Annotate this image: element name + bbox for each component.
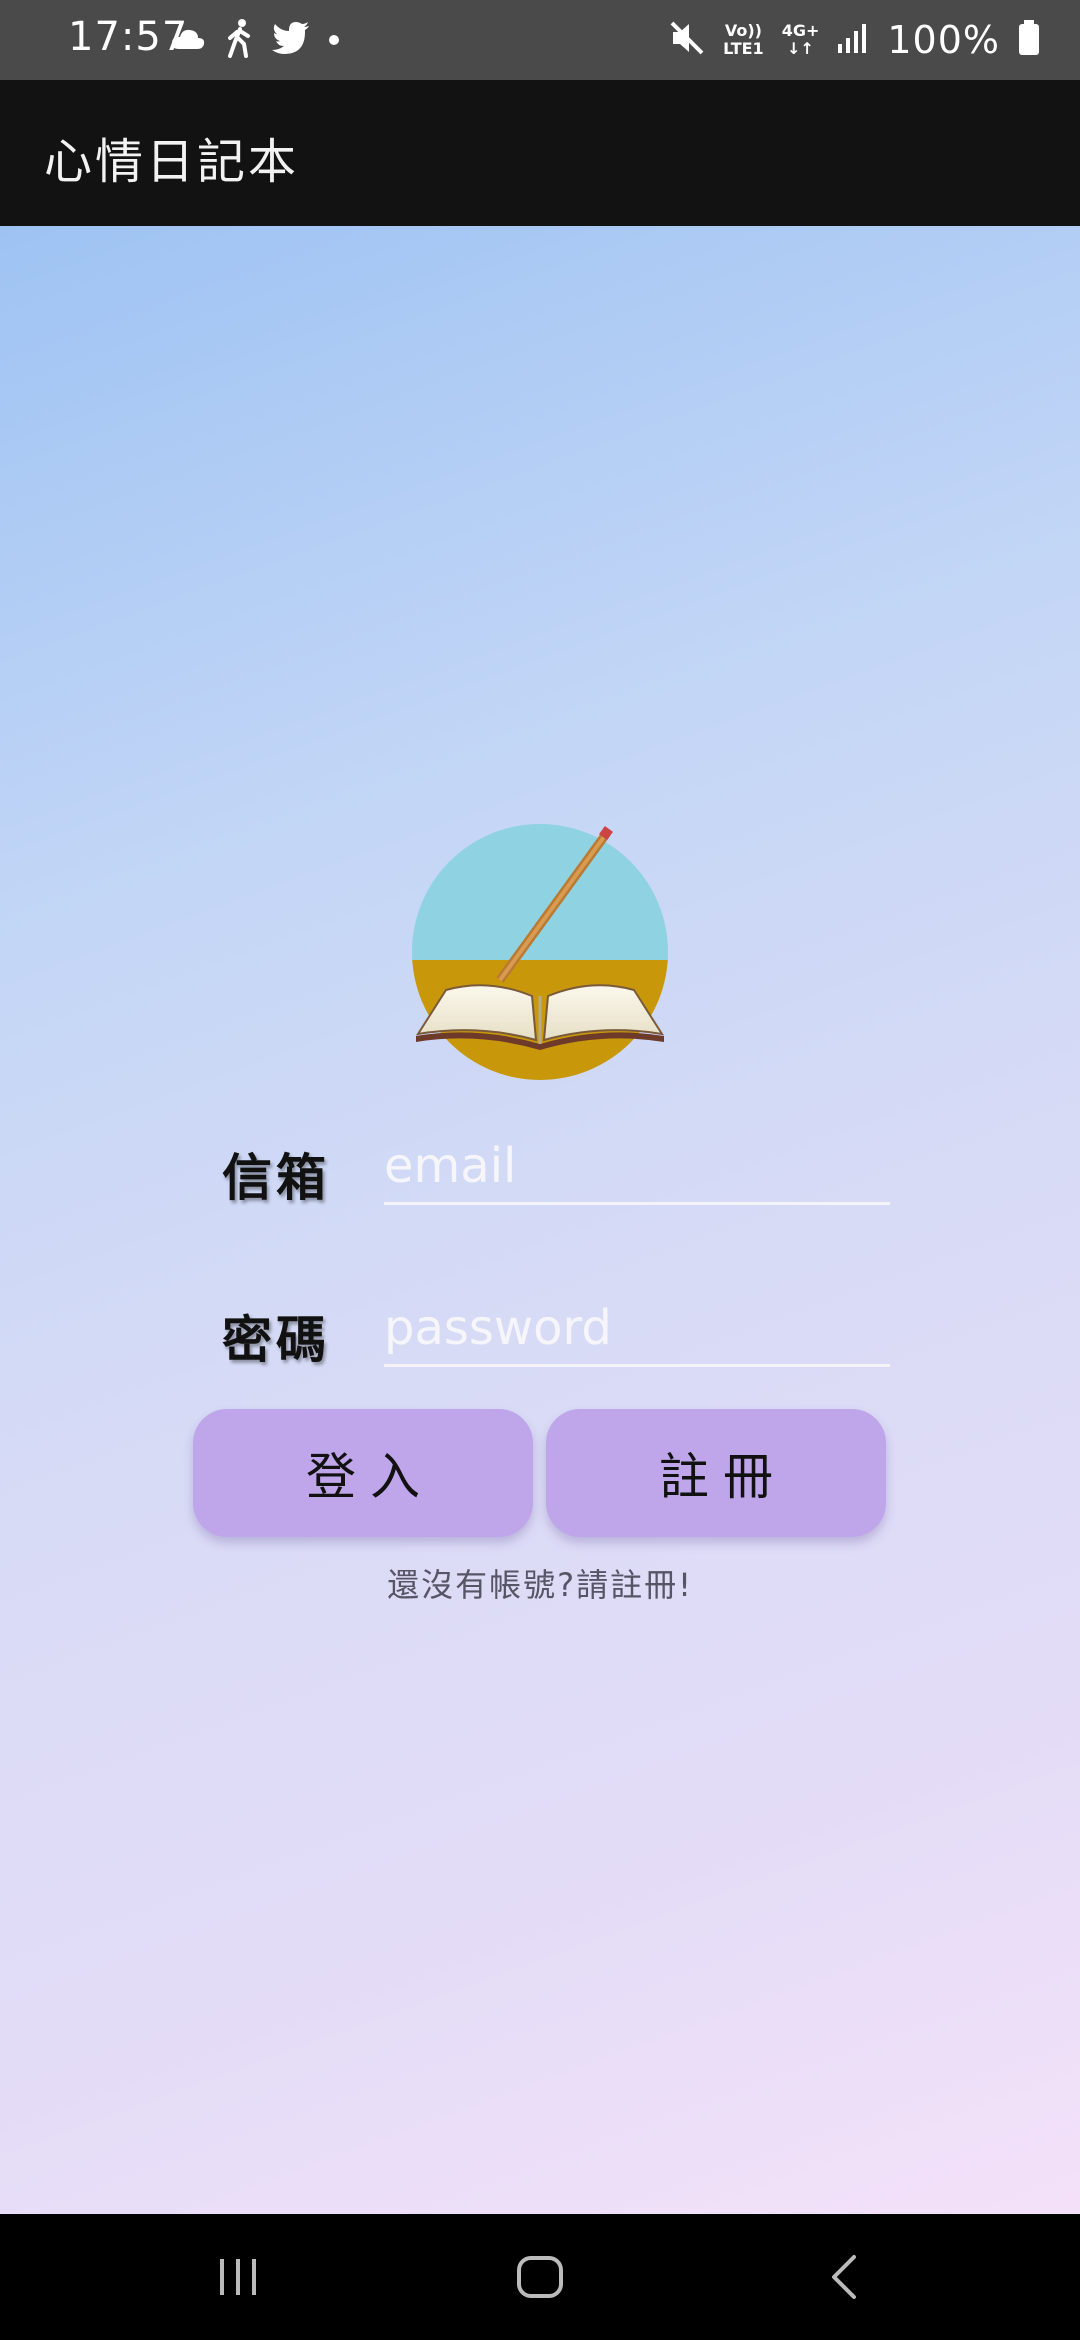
register-button[interactable]: 註冊 — [546, 1409, 886, 1537]
password-input[interactable] — [384, 1292, 890, 1367]
diary-logo — [408, 820, 672, 1084]
dot-icon — [328, 31, 340, 50]
back-icon — [832, 2255, 856, 2299]
cloud-icon — [170, 25, 206, 55]
data-arrows-icon: ↓↑ — [787, 39, 814, 58]
back-button[interactable] — [784, 2238, 904, 2316]
lte-label: LTE1 — [723, 39, 764, 58]
register-hint: 還沒有帳號?請註冊! — [387, 1566, 693, 1604]
volte-label: Vo)) — [724, 21, 762, 40]
login-button[interactable]: 登入 — [193, 1409, 533, 1537]
data-type: 4G+ ↓↑ — [782, 22, 820, 58]
status-bar: 17:57 Vo)) LTE1 4G+ ↓↑ 100% — [0, 0, 1080, 80]
walking-icon — [224, 18, 254, 62]
status-system-icons: Vo)) LTE1 4G+ ↓↑ 100% — [669, 14, 1040, 66]
battery-percent: 100% — [887, 18, 1000, 62]
home-icon — [517, 2256, 563, 2298]
app-title: 心情日記本 — [44, 134, 300, 190]
battery-icon — [1018, 20, 1040, 60]
mute-icon — [669, 20, 705, 60]
twitter-icon — [272, 22, 310, 58]
network-type: Vo)) LTE1 — [723, 22, 764, 58]
book-pencil-icon — [412, 824, 668, 1080]
password-label: 密碼 — [222, 1311, 330, 1369]
email-input[interactable] — [384, 1130, 890, 1205]
navigation-bar — [0, 2214, 1080, 2340]
status-notification-icons — [170, 18, 340, 62]
data-type-label: 4G+ — [781, 21, 820, 40]
recents-icon — [220, 2259, 256, 2295]
login-screen: 信箱 密碼 登入 註冊 還沒有帳號?請註冊! — [0, 226, 1080, 2214]
signal-icon — [837, 22, 869, 58]
screen: 17:57 Vo)) LTE1 4G+ ↓↑ 100% 心情日記本 信箱 ema… — [0, 0, 1080, 2340]
email-label: 信箱 — [222, 1149, 330, 1207]
home-button[interactable] — [480, 2238, 600, 2316]
app-bar: 心情日記本 — [0, 80, 1080, 226]
recents-button[interactable] — [178, 2238, 298, 2316]
